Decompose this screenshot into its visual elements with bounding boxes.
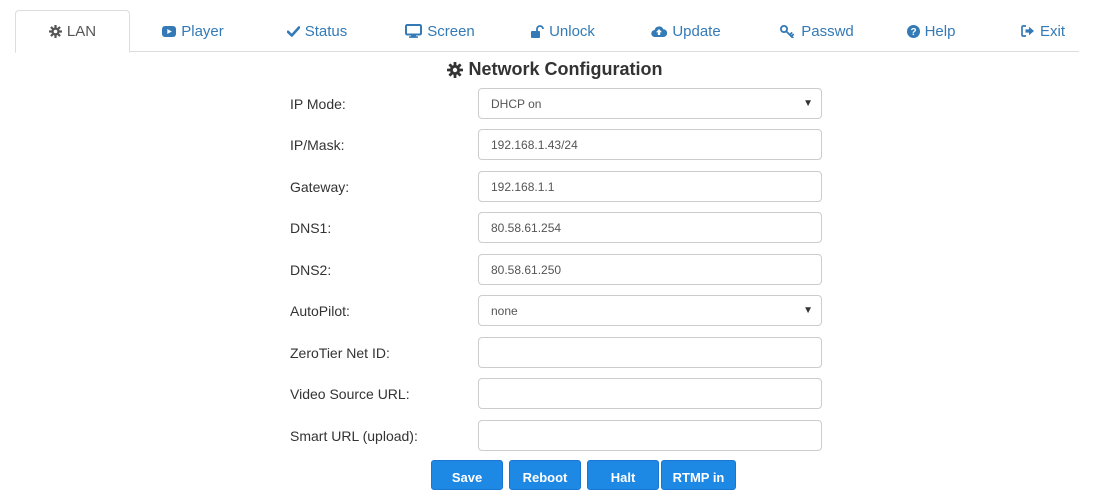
monitor-icon xyxy=(405,24,423,38)
tab-player-label: Player xyxy=(181,22,224,40)
tab-screen[interactable]: Screen xyxy=(385,10,495,52)
tab-update-label: Update xyxy=(672,22,721,40)
video-source-label: Video Source URL: xyxy=(290,386,410,402)
smart-url-row: Smart URL (upload): xyxy=(290,420,822,452)
youtube-play-icon xyxy=(162,25,177,37)
tab-screen-label: Screen xyxy=(427,22,475,40)
key-icon xyxy=(780,24,796,38)
gear-icon xyxy=(48,25,62,38)
zerotier-label: ZeroTier Net ID: xyxy=(290,345,390,361)
tab-lan-label: LAN xyxy=(66,23,97,40)
dns1-row: DNS1: xyxy=(290,212,822,244)
question-circle-icon: ? xyxy=(906,24,920,38)
page-title: Network Configuration xyxy=(0,59,1094,80)
tab-lan[interactable]: LAN xyxy=(15,10,130,53)
cloud-upload-icon xyxy=(651,25,668,37)
tab-unlock-label: Unlock xyxy=(549,22,595,40)
tab-unlock[interactable]: Unlock xyxy=(513,10,613,52)
tab-player[interactable]: Player xyxy=(143,10,243,52)
gateway-label: Gateway: xyxy=(290,179,350,195)
save-button-label: Save xyxy=(451,470,483,485)
autopilot-label: AutoPilot: xyxy=(290,303,350,319)
dns2-input[interactable] xyxy=(478,254,822,285)
nav-tabs: LAN Player Status Screen Unlock Update P… xyxy=(15,10,1082,53)
zerotier-row: ZeroTier Net ID: xyxy=(290,337,822,369)
video-source-input[interactable] xyxy=(478,378,822,409)
unlock-icon xyxy=(531,24,544,38)
tab-help-label: Help xyxy=(924,22,956,40)
tab-exit-label: Exit xyxy=(1039,22,1065,40)
page-title-text: Network Configuration xyxy=(468,59,663,79)
gateway-input[interactable] xyxy=(478,171,822,202)
chevron-down-icon: ▼ xyxy=(803,98,813,109)
smart-url-label: Smart URL (upload): xyxy=(290,428,418,444)
rtmp-in-button-label: RTMP in xyxy=(672,470,725,485)
tab-help[interactable]: ? Help xyxy=(885,10,977,52)
dns1-input[interactable] xyxy=(478,212,822,243)
dns2-label: DNS2: xyxy=(290,262,332,278)
ip-mode-label: IP Mode: xyxy=(290,96,346,112)
chevron-down-icon: ▼ xyxy=(803,305,813,316)
reboot-button-label: Reboot xyxy=(522,470,568,485)
autopilot-row: AutoPilot: none ▼ xyxy=(290,295,822,327)
autopilot-select[interactable]: none ▼ xyxy=(478,295,822,326)
gateway-row: Gateway: xyxy=(290,171,822,203)
ip-mask-input[interactable] xyxy=(478,129,822,160)
video-source-row: Video Source URL: xyxy=(290,378,822,410)
gear-icon xyxy=(446,61,463,78)
ip-mask-row: IP/Mask: xyxy=(290,129,822,161)
ip-mask-label: IP/Mask: xyxy=(290,137,345,153)
tab-exit[interactable]: Exit xyxy=(1004,10,1082,52)
tab-update[interactable]: Update xyxy=(627,10,745,52)
tab-passwd-label: Passwd xyxy=(801,22,854,40)
sign-out-icon xyxy=(1021,25,1035,37)
dns1-label: DNS1: xyxy=(290,220,332,236)
zerotier-input[interactable] xyxy=(478,337,822,368)
ip-mode-select[interactable]: DHCP on ▼ xyxy=(478,88,822,119)
halt-button-label: Halt xyxy=(610,470,636,485)
ip-mode-row: IP Mode: DHCP on ▼ xyxy=(290,88,822,120)
autopilot-value: none xyxy=(491,303,518,318)
ip-mode-value: DHCP on xyxy=(491,96,542,111)
tab-status-label: Status xyxy=(304,22,348,40)
tab-passwd[interactable]: Passwd xyxy=(762,10,872,52)
checkmark-icon xyxy=(286,25,300,37)
tab-status[interactable]: Status xyxy=(267,10,367,52)
svg-text:?: ? xyxy=(910,27,916,38)
smart-url-input[interactable] xyxy=(478,420,822,451)
dns2-row: DNS2: xyxy=(290,254,822,286)
